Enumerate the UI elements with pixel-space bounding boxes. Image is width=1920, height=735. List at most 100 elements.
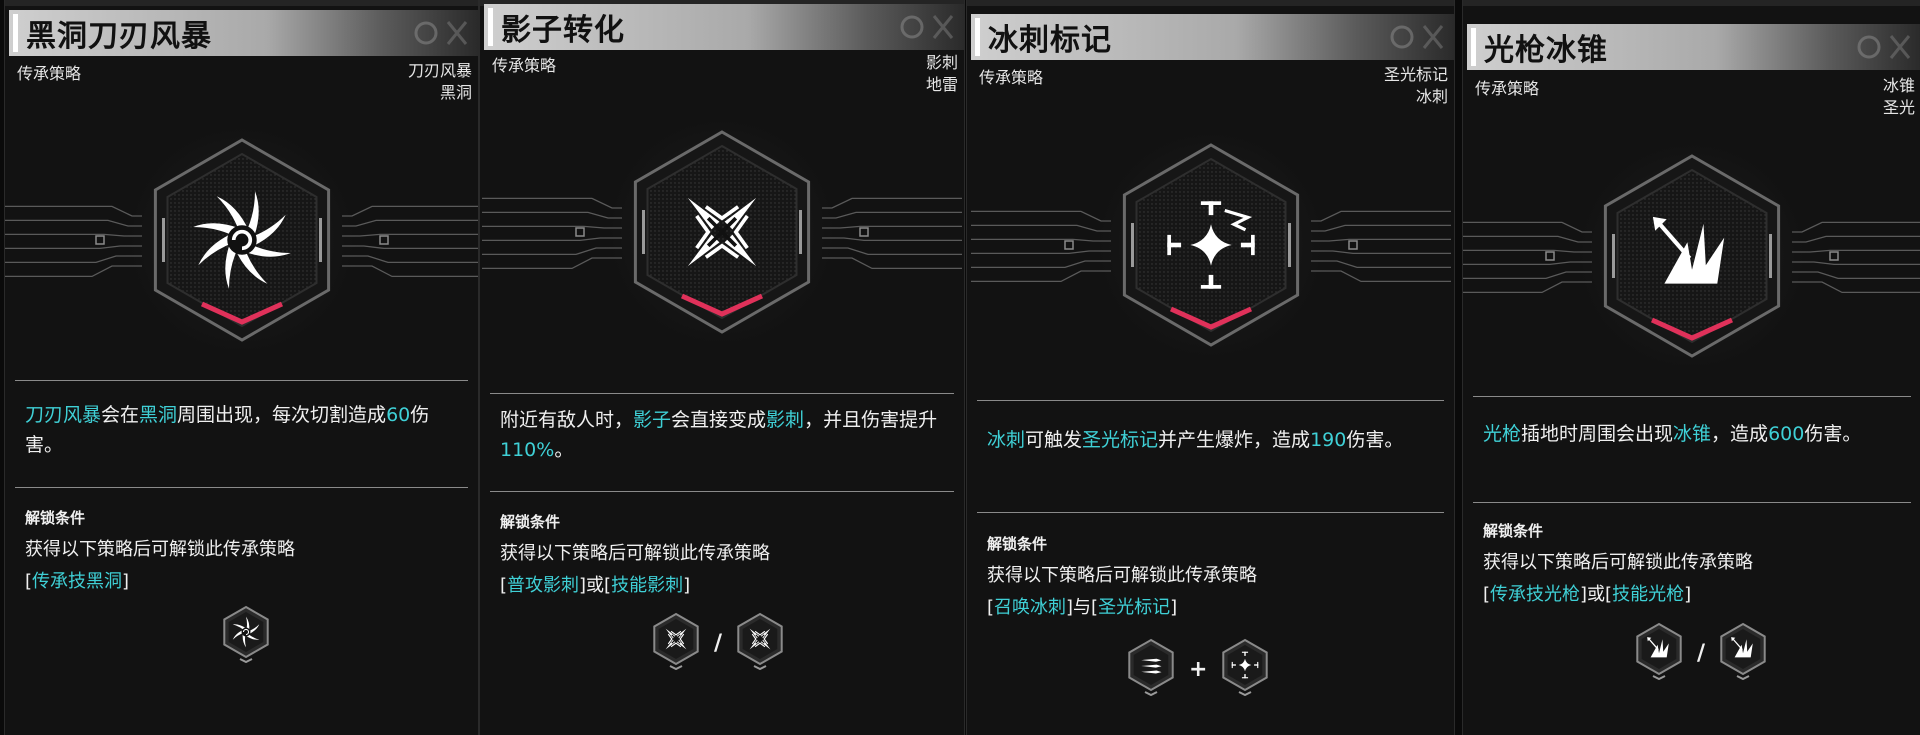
requirement-link[interactable]: 技能光枪: [1612, 584, 1684, 605]
category-label: 传承策略: [17, 64, 82, 83]
requirement-bracket: ]: [1684, 584, 1692, 605]
shadow-spike-icon[interactable]: [650, 612, 702, 674]
card-title: 光枪冰锥: [1484, 33, 1608, 68]
requirement-separator: /: [1697, 640, 1706, 666]
light-lance-icon[interactable]: [1633, 622, 1685, 684]
requirement-link[interactable]: 圣光标记: [1098, 597, 1170, 618]
unlock-text: 获得以下策略后可解锁此传承策略: [500, 543, 770, 564]
unlock-text: 获得以下策略后可解锁此传承策略: [1483, 552, 1753, 573]
holy-mark-icon[interactable]: [1219, 638, 1271, 700]
strategy-description: 刀刃风暴会在黑洞周围出现，每次切割造成60伤害。: [25, 400, 445, 460]
requirement-link[interactable]: 传承技黑洞: [32, 571, 122, 592]
blackhole-icon[interactable]: [220, 605, 272, 667]
category-label: 传承策略: [492, 56, 557, 75]
highlight-term: 190: [1310, 429, 1347, 451]
requirement-icons: [220, 605, 272, 667]
requirement-link[interactable]: 传承技光枪: [1490, 584, 1580, 605]
card-title: 冰刺标记: [988, 23, 1112, 58]
card-title: 影子转化: [501, 13, 625, 48]
category-label: 传承策略: [1475, 79, 1540, 98]
unlock-requirements: [传承技黑洞]: [25, 567, 129, 593]
description-text: ，造成: [1711, 423, 1769, 445]
requirement-icons: /: [1633, 622, 1769, 684]
divider: [490, 491, 954, 492]
description-text: 附近有敌人时，: [500, 409, 634, 431]
requirement-link[interactable]: 技能影刺: [611, 575, 683, 596]
unlock-title: 解锁条件: [500, 513, 561, 531]
ice-cone-icon: [1463, 106, 1920, 410]
ice-mark-icon: [970, 95, 1451, 399]
unlock-title: 解锁条件: [1483, 522, 1544, 540]
highlight-term: 光枪: [1483, 423, 1522, 445]
strategy-card[interactable]: 光枪冰锥 传承策略 冰锥 圣光 光枪插地时周围会出现冰锥，造成600伤害。 解锁条件获…: [1462, 0, 1920, 735]
unlock-requirements: [传承技光枪]或[技能光枪]: [1483, 580, 1691, 606]
requirement-bracket: ]: [122, 571, 130, 592]
strategy-description: 附近有敌人时，影子会直接变成影刺，并且伤害提升 110%。: [500, 405, 940, 465]
highlight-term: 600: [1768, 423, 1805, 445]
requirement-icons: +: [1125, 638, 1271, 700]
card-title-bar: 冰刺标记: [971, 14, 1454, 60]
highlight-term: 影子: [633, 409, 672, 431]
divider: [1473, 396, 1911, 397]
highlight-term: 冰刺: [987, 429, 1026, 451]
description-text: 伤害。: [1346, 429, 1404, 451]
divider: [490, 393, 954, 394]
strategy-emblem[interactable]: [482, 82, 962, 386]
strategy-description: 光枪插地时周围会出现冰锥，造成600伤害。: [1483, 419, 1903, 449]
highlight-term: 圣光标记: [1082, 429, 1159, 451]
title-accent: [975, 18, 980, 56]
unlock-requirements: [普攻影刺]或[技能影刺]: [500, 571, 690, 597]
tag-item: 圣光标记: [1383, 65, 1448, 84]
unlock-text: 获得以下策略后可解锁此传承策略: [25, 539, 295, 560]
title-accent: [13, 14, 18, 52]
description-text: 周围出现，每次切割造成: [177, 404, 387, 426]
highlight-term: 刀刃风暴: [25, 404, 102, 426]
requirement-bracket: [: [987, 597, 995, 618]
description-text: 并产生爆炸，造成: [1158, 429, 1311, 451]
divider: [1473, 502, 1911, 503]
requirement-bracket: ]或[: [579, 575, 612, 596]
highlight-term: 影刺: [766, 409, 805, 431]
shadow-spike-icon: [482, 82, 962, 386]
highlight-term: 冰锥: [1673, 423, 1712, 445]
blade-storm-icon: [5, 90, 478, 394]
strategy-emblem[interactable]: [1463, 106, 1920, 410]
strategy-emblem[interactable]: [5, 90, 478, 394]
shadow-spike-icon[interactable]: [734, 612, 786, 674]
description-text: 会在: [101, 404, 140, 426]
requirement-icons: /: [650, 612, 786, 674]
strategy-emblem[interactable]: [970, 95, 1451, 399]
ice-spike-icon[interactable]: [1125, 638, 1177, 700]
requirement-bracket: ]或[: [1580, 584, 1613, 605]
card-title-bar: 光枪冰锥: [1467, 24, 1920, 70]
requirement-link[interactable]: 普攻影刺: [507, 575, 579, 596]
requirement-bracket: ]与[: [1066, 597, 1099, 618]
requirement-link[interactable]: 召唤冰刺: [994, 597, 1066, 618]
unlock-title: 解锁条件: [987, 535, 1048, 553]
description-text: 插地时周围会出现: [1521, 423, 1674, 445]
divider: [977, 400, 1444, 401]
tag-item: 刀刃风暴: [407, 61, 472, 80]
requirement-separator: +: [1189, 656, 1208, 682]
light-lance-icon[interactable]: [1717, 622, 1769, 684]
strategy-card[interactable]: 影子转化 传承策略 影刺 地雷 附近有敌人时，影子会直接变成影刺，并且伤害提升110…: [479, 0, 965, 735]
title-accent: [1471, 28, 1476, 66]
card-title-bar: 影子转化: [484, 4, 964, 50]
description-text: 。: [554, 439, 574, 461]
strategy-card[interactable]: 冰刺标记 传承策略 圣光标记 冰刺 冰刺可触发圣光标记并产生爆炸，造成190伤害。解…: [966, 0, 1455, 735]
description-text: 会直接变成: [671, 409, 767, 431]
divider: [15, 487, 468, 488]
card-title: 黑洞刀刃风暴: [26, 19, 212, 54]
unlock-text: 获得以下策略后可解锁此传承策略: [987, 565, 1257, 586]
requirement-bracket: ]: [1170, 597, 1178, 618]
requirement-separator: /: [714, 630, 723, 656]
unlock-requirements: [召唤冰刺]与[圣光标记]: [987, 593, 1177, 619]
description-text: 伤害。: [1804, 423, 1862, 445]
tag-item: 冰锥: [1882, 76, 1915, 95]
strategy-description: 冰刺可触发圣光标记并产生爆炸，造成190伤害。: [987, 425, 1427, 455]
requirement-bracket: [: [500, 575, 508, 596]
strategy-card[interactable]: 黑洞刀刃风暴 传承策略 刀刃风暴 黑洞 刀刃风暴会在黑洞周围出现，每次切割造成60伤…: [4, 0, 479, 735]
highlight-term: 黑洞: [139, 404, 178, 426]
highlight-term: 60: [386, 404, 411, 426]
requirement-bracket: [: [1483, 584, 1491, 605]
